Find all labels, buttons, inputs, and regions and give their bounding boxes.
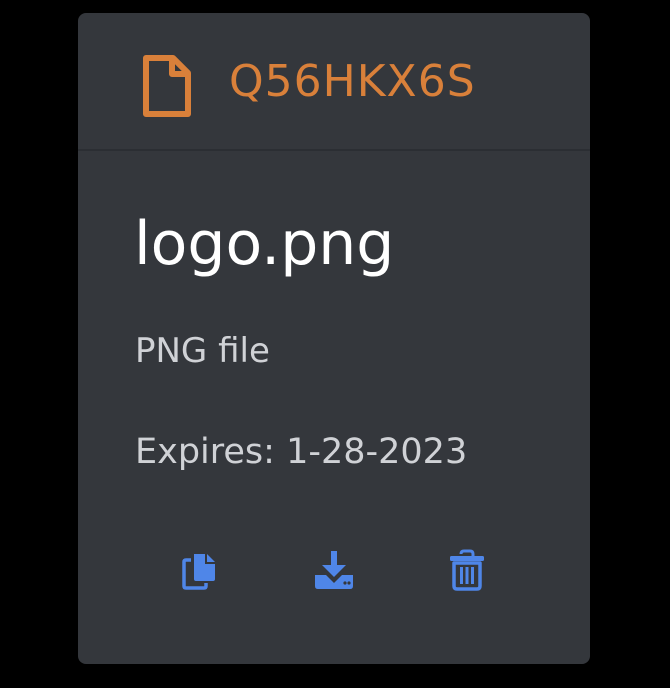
delete-button[interactable] [442, 545, 492, 595]
download-button[interactable] [309, 545, 359, 595]
expiry-date: Expires: 1-28-2023 [135, 432, 468, 472]
file-icon [143, 55, 191, 117]
file-type: PNG file [135, 331, 270, 371]
file-code[interactable]: Q56HKX6S [229, 54, 476, 110]
copy-icon [182, 553, 216, 590]
card-header: Q56HKX6S [78, 13, 590, 151]
file-card: Q56HKX6S logo.png PNG file Expires: 1-28… [78, 13, 590, 664]
file-name: logo.png [134, 209, 395, 279]
copy-button[interactable] [176, 545, 226, 595]
trash-icon [450, 549, 484, 591]
download-icon [315, 551, 353, 589]
